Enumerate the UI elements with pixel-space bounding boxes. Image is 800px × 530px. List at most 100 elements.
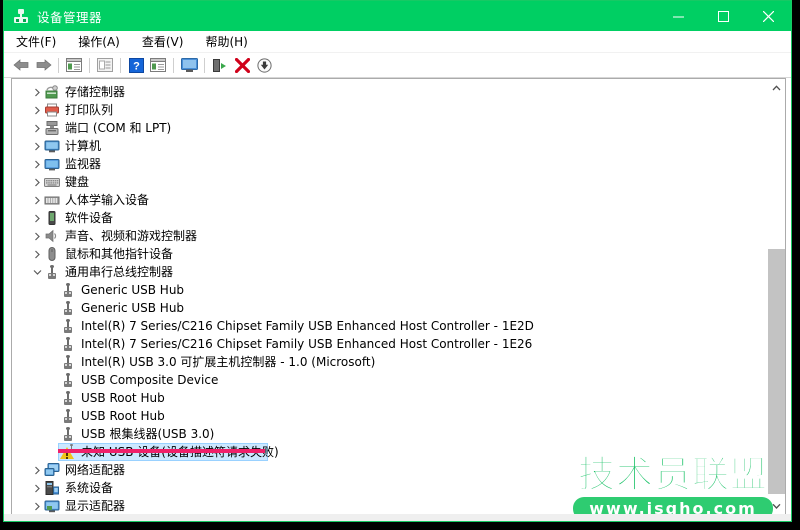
mouse-icon	[44, 246, 60, 262]
uninstall-device-icon[interactable]	[231, 55, 253, 75]
tree-node-label: USB 根集线器(USB 3.0)	[81, 427, 215, 441]
tree-node-intel-usb3-xhci[interactable]: Intel(R) USB 3.0 可扩展主机控制器 - 1.0 (Microso…	[12, 353, 769, 371]
tree-node-intel-ehci-1e2d[interactable]: Intel(R) 7 Series/C216 Chipset Family US…	[12, 317, 769, 335]
usb-icon	[60, 282, 76, 298]
tree-node-label: 计算机	[65, 139, 102, 153]
menu-item-view[interactable]: 查看(V)	[142, 33, 184, 50]
svg-text:?: ?	[133, 60, 140, 72]
tree-node-label: USB Root Hub	[81, 409, 165, 423]
forward-arrow-icon[interactable]	[32, 55, 54, 75]
sound-video-game-icon	[44, 228, 60, 244]
help-icon[interactable]: ?	[125, 55, 147, 75]
tree-node-computer[interactable]: 计算机	[12, 137, 769, 155]
chevron-right-icon[interactable]	[30, 119, 44, 137]
device-tree-panel[interactable]: 存储控制器 打印队列 端口 (COM 和 LPT) 计算机 监视器 键盘 人体学…	[11, 78, 786, 515]
chevron-right-icon[interactable]	[30, 209, 44, 227]
minimize-button[interactable]	[656, 1, 701, 31]
device-manager-window: 设备管理器 文件(F) 操作(A) 查看(V) 帮助(H) ? 存储控制器 打印…	[3, 0, 792, 522]
usb-icon	[60, 426, 76, 442]
vertical-scrollbar[interactable]	[767, 79, 785, 514]
toolbar-separator	[120, 57, 121, 73]
display-adapter-icon	[44, 498, 60, 514]
tree-node-usb-root-hub[interactable]: USB Root Hub	[12, 407, 769, 425]
menu-bar: 文件(F) 操作(A) 查看(V) 帮助(H)	[4, 31, 791, 53]
tree-node-label: 显示适配器	[65, 499, 126, 513]
chevron-up-icon	[772, 84, 781, 90]
tree-node-label: 监视器	[65, 157, 102, 171]
update-driver-icon[interactable]	[253, 55, 275, 75]
maximize-button[interactable]	[701, 1, 746, 31]
chevron-right-icon[interactable]	[30, 101, 44, 119]
chevron-right-icon[interactable]	[30, 83, 44, 101]
chevron-right-icon[interactable]	[30, 137, 44, 155]
menu-item-file[interactable]: 文件(F)	[16, 33, 56, 50]
tree-node-sound-video-game[interactable]: 声音、视频和游戏控制器	[12, 227, 769, 245]
tree-node-usb-root-hub-usb30[interactable]: USB 根集线器(USB 3.0)	[12, 425, 769, 443]
chevron-right-icon[interactable]	[30, 155, 44, 173]
menu-item-action[interactable]: 操作(A)	[78, 33, 120, 50]
usb-icon	[60, 318, 76, 334]
tree-node-generic-usb-hub[interactable]: Generic USB Hub	[12, 299, 769, 317]
chevron-right-icon[interactable]	[30, 479, 44, 497]
tree-node-label: 人体学输入设备	[65, 193, 150, 207]
tree-node-monitor[interactable]: 监视器	[12, 155, 769, 173]
tree-node-hid[interactable]: 人体学输入设备	[12, 191, 769, 209]
chevron-right-icon[interactable]	[30, 461, 44, 479]
status-bar	[4, 514, 791, 521]
tree-node-label: 声音、视频和游戏控制器	[65, 229, 198, 243]
watermark-brand: 技术员联盟	[578, 453, 768, 496]
chevron-right-icon[interactable]	[30, 497, 44, 514]
tree-node-usb-controllers[interactable]: 通用串行总线控制器	[12, 263, 769, 281]
tree-node-label: 软件设备	[65, 211, 114, 225]
toolbar: ?	[4, 53, 791, 78]
menu-item-help-label: 帮助(H)	[205, 35, 248, 49]
scroll-up-button[interactable]	[768, 79, 785, 96]
details-view-icon[interactable]	[147, 55, 169, 75]
scan-hardware-changes-icon[interactable]	[178, 55, 200, 75]
toolbar-separator	[89, 57, 90, 73]
tree-node-label: 键盘	[65, 175, 90, 189]
usb-icon	[60, 372, 76, 388]
watermark-url: www.jsgho.com	[573, 497, 773, 514]
tree-node-label: Intel(R) 7 Series/C216 Chipset Family US…	[81, 337, 533, 351]
tree-node-intel-ehci-1e26[interactable]: Intel(R) 7 Series/C216 Chipset Family US…	[12, 335, 769, 353]
port-icon	[44, 120, 60, 136]
tree-node-storage-controller[interactable]: 存储控制器	[12, 83, 769, 101]
monitor-icon	[44, 156, 60, 172]
print-queue-icon	[44, 102, 60, 118]
tree-node-keyboard[interactable]: 键盘	[12, 173, 769, 191]
minimize-icon	[673, 16, 684, 17]
menu-item-help[interactable]: 帮助(H)	[205, 33, 247, 50]
usb-controller-icon	[44, 264, 60, 280]
chevron-right-icon[interactable]	[30, 245, 44, 263]
red-underline-highlight	[58, 449, 265, 453]
tree-node-mouse[interactable]: 鼠标和其他指针设备	[12, 245, 769, 263]
chevron-right-icon[interactable]	[30, 173, 44, 191]
tree-node-usb-root-hub[interactable]: USB Root Hub	[12, 389, 769, 407]
network-adapter-icon	[44, 462, 60, 478]
usb-icon	[60, 408, 76, 424]
close-button[interactable]	[746, 1, 791, 31]
enable-device-icon[interactable]	[209, 55, 231, 75]
menu-item-file-label: 文件(F)	[16, 35, 57, 49]
usb-icon	[60, 336, 76, 352]
window-title: 设备管理器	[37, 9, 103, 25]
tree-node-label: USB Composite Device	[81, 373, 219, 387]
tree-node-print-queue[interactable]: 打印队列	[12, 101, 769, 119]
site-watermark: 技术员联盟 www.jsgho.com	[560, 453, 785, 514]
tree-node-generic-usb-hub[interactable]: Generic USB Hub	[12, 281, 769, 299]
toolbar-separator	[58, 57, 59, 73]
chevron-right-icon[interactable]	[30, 227, 44, 245]
tree-node-usb-composite-device[interactable]: USB Composite Device	[12, 371, 769, 389]
tree-node-label: 打印队列	[65, 103, 114, 117]
system-device-icon	[44, 480, 60, 496]
tree-node-software-device[interactable]: 软件设备	[12, 209, 769, 227]
properties-icon[interactable]	[94, 55, 116, 75]
chevron-right-icon[interactable]	[30, 191, 44, 209]
tree-node-ports[interactable]: 端口 (COM 和 LPT)	[12, 119, 769, 137]
chevron-down-icon[interactable]	[30, 263, 44, 281]
close-icon	[763, 10, 774, 22]
show-hide-console-tree-icon[interactable]	[63, 55, 85, 75]
tree-node-label: Generic USB Hub	[81, 283, 185, 297]
back-arrow-icon[interactable]	[10, 55, 32, 75]
